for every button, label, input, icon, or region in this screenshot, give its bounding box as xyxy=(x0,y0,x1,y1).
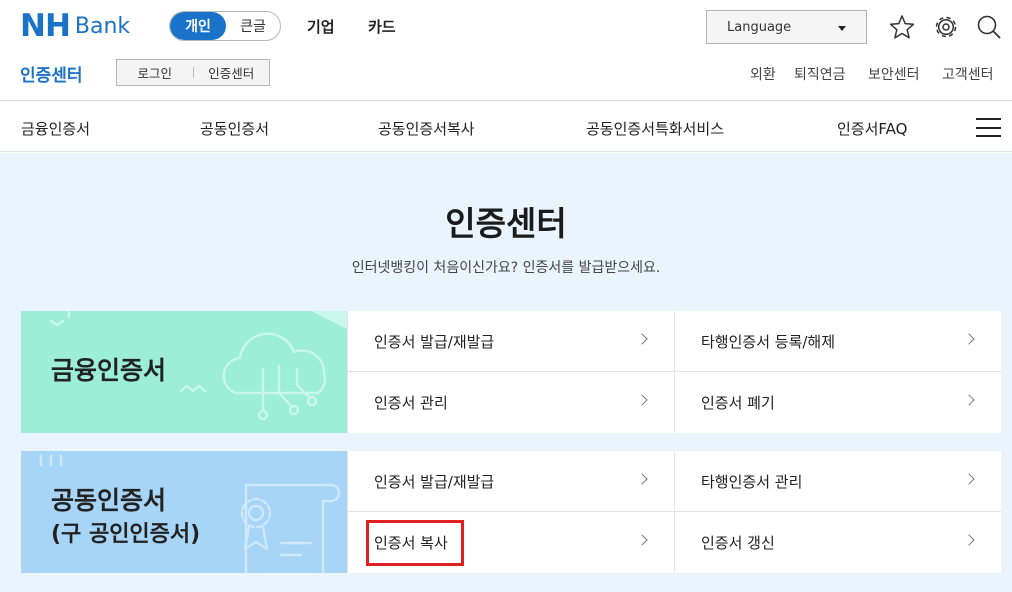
search-icon[interactable] xyxy=(976,14,1002,40)
top-menu-corporate[interactable]: 기업 xyxy=(307,16,335,37)
nav-item-joint-cert[interactable]: 공동인증서 xyxy=(200,118,269,139)
large-text-toggle-button[interactable]: 큰글 xyxy=(226,12,280,40)
joint-cert-panel: 공동인증서 (구 공인인증서) 인증서 발급/재발급 타행인증서 관리 인증서 … xyxy=(21,451,1001,573)
link-label: 인증서 발급/재발급 xyxy=(374,332,495,351)
util-link-pension[interactable]: 퇴직연금 xyxy=(794,64,846,84)
joint-cert-banner: 공동인증서 (구 공인인증서) xyxy=(21,451,347,573)
logo-bank-text: Bank xyxy=(74,13,131,39)
chevron-right-icon xyxy=(963,473,975,485)
personal-largetext-toggle: 개인 큰글 xyxy=(169,11,281,41)
joint-copy-link[interactable]: 인증서 복사 xyxy=(347,512,674,573)
nav-item-financial-cert[interactable]: 금융인증서 xyxy=(21,118,90,139)
cert-center-link[interactable]: 인증센터 xyxy=(194,63,270,82)
nav-item-faq[interactable]: 인증서FAQ xyxy=(837,118,907,139)
page-title: 인증센터 xyxy=(445,204,567,243)
language-select[interactable]: Language xyxy=(706,10,867,44)
util-link-customer[interactable]: 고객센터 xyxy=(942,64,994,84)
nav-item-cert-copy[interactable]: 공동인증서복사 xyxy=(378,118,475,139)
financial-manage-link[interactable]: 인증서 관리 xyxy=(347,372,674,433)
financial-other-bank-link[interactable]: 타행인증서 등록/해제 xyxy=(674,311,1001,372)
link-label: 인증서 갱신 xyxy=(701,534,775,552)
nh-bank-logo[interactable]: NH Bank xyxy=(20,8,131,44)
top-menu-card[interactable]: 카드 xyxy=(368,16,396,37)
language-select-label: Language xyxy=(727,19,792,35)
joint-issue-link[interactable]: 인증서 발급/재발급 xyxy=(347,451,674,512)
chevron-right-icon xyxy=(636,473,648,485)
main-content: 인증센터 인터넷뱅킹이 처음이신가요? 인증서를 발급받으세요. 금융인증서 인… xyxy=(0,153,1012,592)
link-label: 인증서 폐기 xyxy=(701,394,775,412)
chevron-right-icon xyxy=(636,394,648,406)
util-link-forex[interactable]: 외환 xyxy=(750,64,776,84)
nav-item-special-service[interactable]: 공동인증서특화서비스 xyxy=(586,118,724,139)
top-header: NH Bank 개인 큰글 기업 카드 Language 인증센터 로그인 인증… xyxy=(0,0,1012,101)
chevron-right-icon xyxy=(963,394,975,406)
joint-renew-link[interactable]: 인증서 갱신 xyxy=(674,512,1001,573)
chevron-right-icon xyxy=(636,534,648,546)
link-label: 인증서 발급/재발급 xyxy=(374,472,495,491)
login-link[interactable]: 로그인 xyxy=(117,63,193,82)
personal-toggle-button[interactable]: 개인 xyxy=(170,12,226,40)
login-cert-shortcut: 로그인 인증센터 xyxy=(116,59,270,86)
joint-cert-title: 공동인증서 xyxy=(51,486,167,515)
gear-icon[interactable] xyxy=(933,14,959,40)
link-label: 타행인증서 관리 xyxy=(701,472,803,491)
financial-revoke-link[interactable]: 인증서 폐기 xyxy=(674,372,1001,433)
chevron-right-icon xyxy=(636,333,648,345)
caret-down-icon xyxy=(838,26,846,31)
financial-issue-link[interactable]: 인증서 발급/재발급 xyxy=(347,311,674,372)
joint-other-bank-link[interactable]: 타행인증서 관리 xyxy=(674,451,1001,512)
link-label: 인증서 관리 xyxy=(374,394,448,412)
link-label: 인증서 복사 xyxy=(374,534,448,552)
page-section-title: 인증센터 xyxy=(20,66,83,86)
main-nav: 금융인증서 공동인증서 공동인증서복사 공동인증서특화서비스 인증서FAQ xyxy=(0,102,1012,152)
chevron-right-icon xyxy=(963,534,975,546)
page-description: 인터넷뱅킹이 처음이신가요? 인증서를 발급받으세요. xyxy=(351,260,661,276)
hamburger-icon[interactable] xyxy=(976,118,1001,137)
financial-cert-panel: 금융인증서 인증서 발급/재발급 타행인증서 등록/해제 인증서 관리 인증서 … xyxy=(21,311,1001,433)
financial-cert-title: 금융인증서 xyxy=(51,356,167,385)
chevron-right-icon xyxy=(963,333,975,345)
joint-cert-subtitle: (구 공인인증서) xyxy=(51,522,201,547)
star-icon[interactable] xyxy=(889,14,915,40)
link-label: 타행인증서 등록/해제 xyxy=(701,332,836,351)
financial-cert-banner: 금융인증서 xyxy=(21,311,347,433)
logo-nh-text: NH xyxy=(20,8,71,44)
util-link-security[interactable]: 보안센터 xyxy=(868,64,920,84)
